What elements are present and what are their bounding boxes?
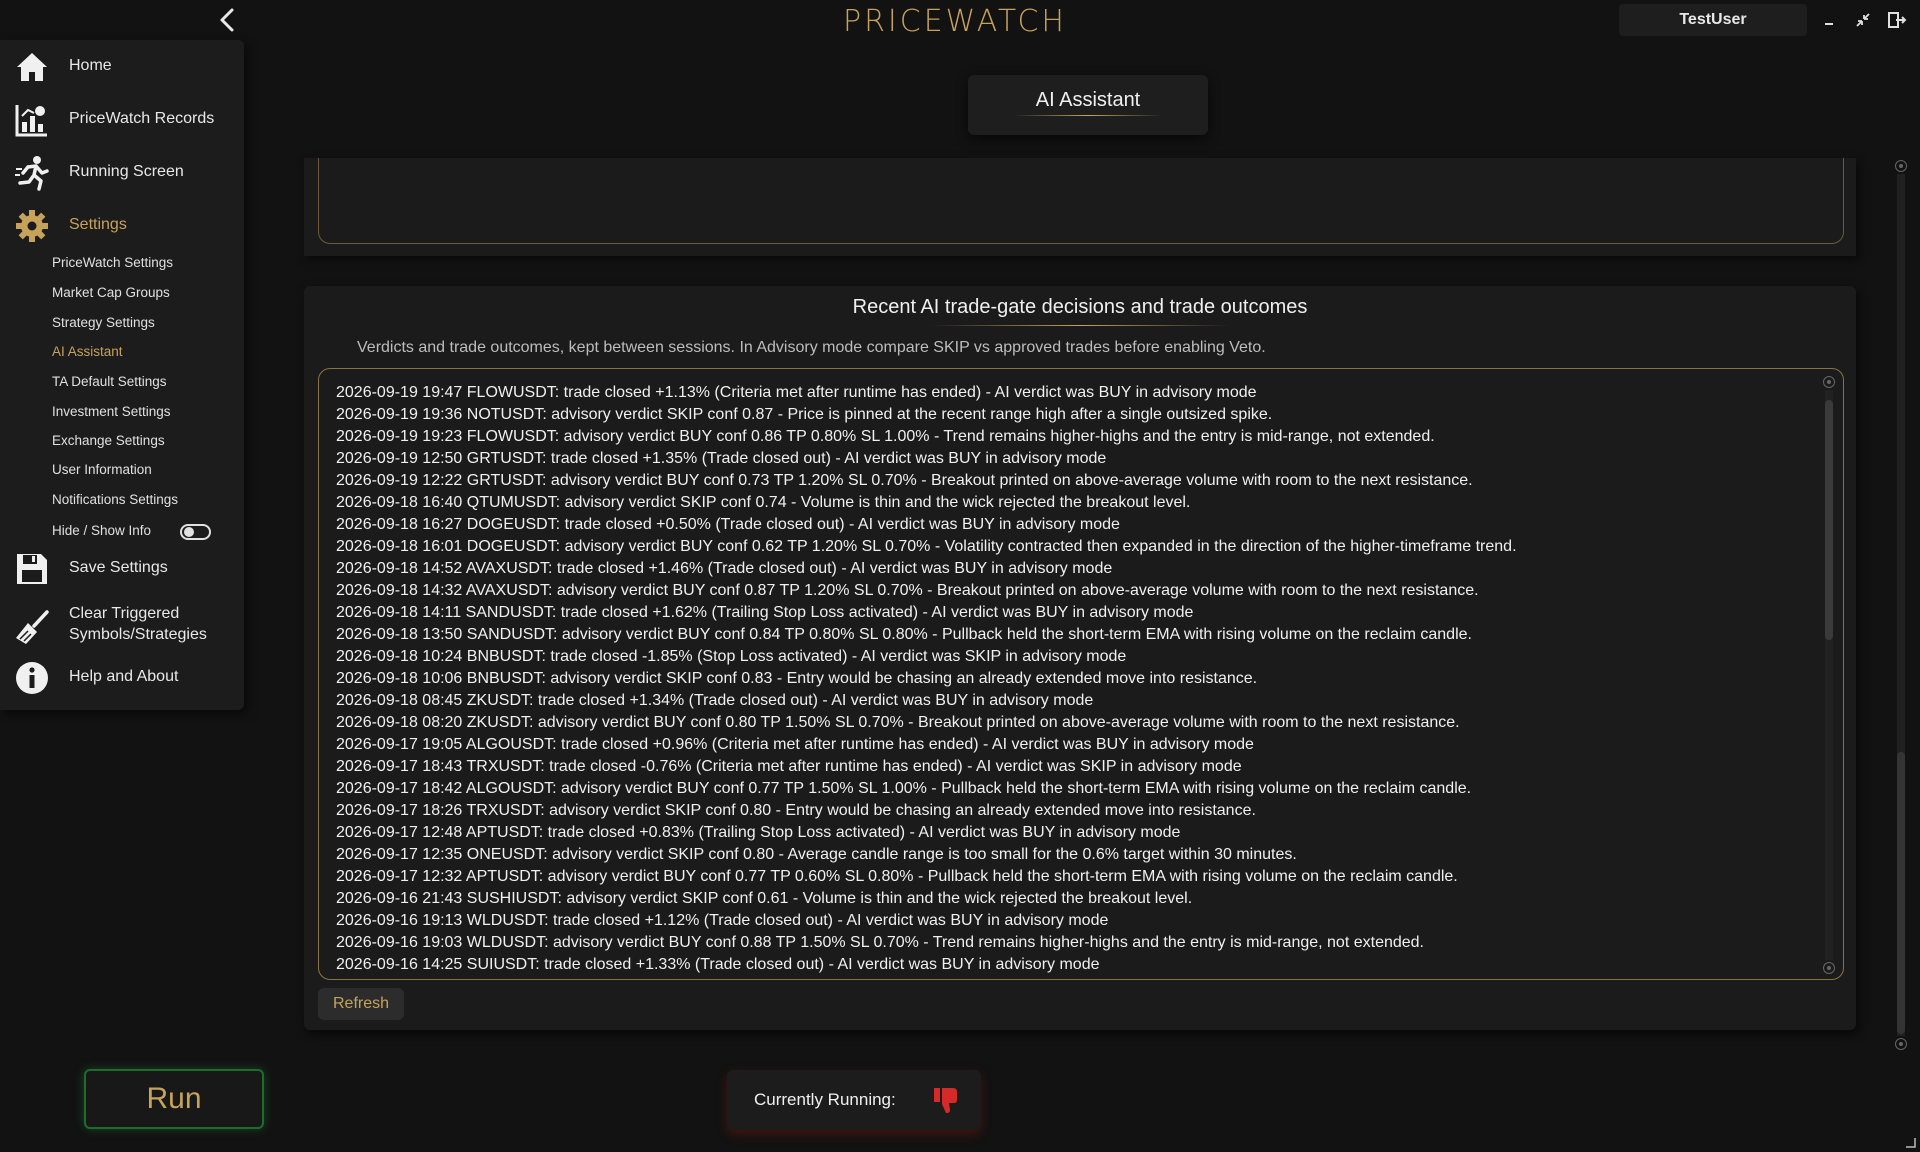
user-name-badge[interactable]: TestUser bbox=[1619, 4, 1807, 36]
sidebar-subitem-investment-settings[interactable]: Investment Settings bbox=[52, 404, 171, 419]
scroll-up-icon[interactable] bbox=[1823, 376, 1835, 388]
log-line: 2026-09-18 08:45 ZKUSDT: trade closed +1… bbox=[336, 692, 1094, 709]
sidebar-item-label: Settings bbox=[69, 216, 127, 233]
minimize-icon[interactable] bbox=[1819, 9, 1841, 31]
sidebar-item-save-settings[interactable]: Save Settings bbox=[0, 547, 244, 591]
log-line: 2026-09-18 14:11 SANDUSDT: trade closed … bbox=[336, 604, 1194, 621]
log-line: 2026-09-19 19:47 FLOWUSDT: trade closed … bbox=[336, 384, 1257, 401]
hide-show-info-label: Hide / Show Info bbox=[52, 523, 152, 538]
log-line: 2026-09-16 21:43 SUSHIUSDT: advisory ver… bbox=[336, 890, 1193, 907]
sidebar-subitem-ai-assistant[interactable]: AI Assistant bbox=[52, 344, 123, 359]
log-line: 2026-09-17 19:05 ALGOUSDT: trade closed … bbox=[336, 736, 1254, 753]
page-scrollbar[interactable] bbox=[1894, 158, 1908, 1052]
log-scrollbar[interactable] bbox=[1822, 376, 1836, 974]
scroll-thumb[interactable] bbox=[1825, 400, 1833, 640]
ai-settings-panel bbox=[304, 158, 1856, 256]
sidebar-item-settings[interactable]: Settings bbox=[0, 204, 244, 248]
log-subtitle: Verdicts and trade outcomes, kept betwee… bbox=[357, 339, 1266, 356]
sidebar-item-label: Home bbox=[69, 57, 112, 74]
sidebar: Home PriceWatch Records Running Screen S… bbox=[0, 40, 244, 710]
title-underline bbox=[1013, 115, 1163, 116]
decision-log-textbox[interactable]: 2026-09-19 19:47 FLOWUSDT: trade closed … bbox=[318, 368, 1844, 980]
restore-window-icon[interactable] bbox=[1852, 9, 1874, 31]
hide-show-info-toggle[interactable] bbox=[180, 524, 211, 540]
refresh-button[interactable]: Refresh bbox=[318, 988, 404, 1020]
sidebar-item-label: Help and About bbox=[69, 668, 179, 685]
log-line: 2026-09-16 14:25 SUIUSDT: trade closed +… bbox=[336, 956, 1100, 973]
log-line: 2026-09-17 18:42 ALGOUSDT: advisory verd… bbox=[336, 780, 1472, 797]
log-line: 2026-09-18 16:01 DOGEUSDT: advisory verd… bbox=[336, 538, 1517, 555]
currently-running-status: Currently Running: bbox=[727, 1070, 981, 1130]
sidebar-item-pricewatch-records[interactable]: PriceWatch Records bbox=[0, 98, 244, 142]
log-line: 2026-09-17 12:32 APTUSDT: advisory verdi… bbox=[336, 868, 1458, 885]
sidebar-subitem-market-cap-groups[interactable]: Market Cap Groups bbox=[52, 285, 170, 300]
ai-settings-box bbox=[318, 158, 1844, 244]
clear-label-line2: Symbols/Strategies bbox=[69, 626, 207, 643]
log-line: 2026-09-16 19:03 WLDUSDT: advisory verdi… bbox=[336, 934, 1424, 951]
broom-icon bbox=[16, 610, 49, 644]
gear-icon bbox=[16, 210, 48, 242]
running-person-icon bbox=[15, 156, 49, 191]
log-line: 2026-09-17 12:48 APTUSDT: trade closed +… bbox=[336, 824, 1181, 841]
sidebar-subitem-ta-default-settings[interactable]: TA Default Settings bbox=[52, 374, 167, 389]
page-scroll-thumb[interactable] bbox=[1897, 752, 1905, 1034]
sidebar-item-label: PriceWatch Records bbox=[69, 110, 215, 127]
currently-running-label: Currently Running: bbox=[754, 1090, 896, 1109]
sidebar-item-help-about[interactable]: Help and About bbox=[0, 656, 244, 700]
sidebar-item-running-screen[interactable]: Running Screen bbox=[0, 151, 244, 195]
exit-door-icon[interactable] bbox=[1886, 9, 1908, 31]
log-line: 2026-09-18 08:20 ZKUSDT: advisory verdic… bbox=[336, 714, 1460, 731]
log-line: 2026-09-18 16:40 QTUMUSDT: advisory verd… bbox=[336, 494, 1191, 511]
sidebar-subitem-notifications-settings[interactable]: Notifications Settings bbox=[52, 492, 178, 507]
log-title: Recent AI trade-gate decisions and trade… bbox=[852, 296, 1308, 318]
log-title-underline bbox=[930, 325, 1230, 326]
log-line: 2026-09-19 19:36 NOTUSDT: advisory verdi… bbox=[336, 406, 1273, 423]
sidebar-item-label: Running Screen bbox=[69, 163, 184, 180]
sidebar-item-label: Save Settings bbox=[69, 559, 168, 576]
resize-grip-icon[interactable] bbox=[1904, 1136, 1916, 1148]
sidebar-subitem-strategy-settings[interactable]: Strategy Settings bbox=[52, 315, 155, 330]
log-line: 2026-09-17 18:26 TRXUSDT: advisory verdi… bbox=[336, 802, 1256, 819]
decision-log-panel: Recent AI trade-gate decisions and trade… bbox=[304, 286, 1856, 1030]
home-icon bbox=[17, 53, 47, 81]
clear-label-line1: Clear Triggered bbox=[69, 605, 180, 622]
thumbs-down-icon bbox=[934, 1088, 957, 1113]
clear-triggered-label: Clear Triggered Symbols/Strategies bbox=[69, 603, 207, 645]
log-line: 2026-09-18 10:06 BNBUSDT: advisory verdi… bbox=[336, 670, 1258, 687]
run-button[interactable]: Run bbox=[84, 1069, 264, 1129]
page-title-card: AI Assistant bbox=[968, 75, 1208, 135]
log-line: 2026-09-17 12:35 ONEUSDT: advisory verdi… bbox=[336, 846, 1297, 863]
log-line: 2026-09-18 16:27 DOGEUSDT: trade closed … bbox=[336, 516, 1120, 533]
log-line: 2026-09-18 14:32 AVAXUSDT: advisory verd… bbox=[336, 582, 1479, 599]
log-line: 2026-09-18 10:24 BNBUSDT: trade closed -… bbox=[336, 648, 1127, 665]
log-line: 2026-09-19 12:22 GRTUSDT: advisory verdi… bbox=[336, 472, 1473, 489]
log-line: 2026-09-19 12:50 GRTUSDT: trade closed +… bbox=[336, 450, 1107, 467]
log-line: 2026-09-18 13:50 SANDUSDT: advisory verd… bbox=[336, 626, 1472, 643]
records-chart-icon bbox=[15, 105, 47, 137]
scroll-down-icon[interactable] bbox=[1823, 962, 1835, 974]
title-bar: PRICEWATCH TestUser bbox=[0, 0, 1920, 40]
log-line: 2026-09-18 14:52 AVAXUSDT: trade closed … bbox=[336, 560, 1113, 577]
floppy-disk-icon bbox=[17, 554, 47, 584]
log-lines: 2026-09-19 19:47 FLOWUSDT: trade closed … bbox=[336, 382, 1816, 976]
sidebar-subitem-user-information[interactable]: User Information bbox=[52, 462, 152, 477]
sidebar-subitem-exchange-settings[interactable]: Exchange Settings bbox=[52, 433, 165, 448]
sidebar-item-home[interactable]: Home bbox=[0, 45, 244, 89]
log-line: 2026-09-16 19:13 WLDUSDT: trade closed +… bbox=[336, 912, 1109, 929]
sidebar-subitem-pricewatch-settings[interactable]: PriceWatch Settings bbox=[52, 255, 173, 270]
info-icon bbox=[16, 662, 48, 694]
page-scroll-down-icon[interactable] bbox=[1895, 1038, 1907, 1050]
toggle-knob bbox=[184, 527, 194, 537]
page-title: AI Assistant bbox=[1035, 89, 1141, 111]
log-line: 2026-09-19 19:23 FLOWUSDT: advisory verd… bbox=[336, 428, 1435, 445]
log-line: 2026-09-17 18:43 TRXUSDT: trade closed -… bbox=[336, 758, 1242, 775]
page-scroll-up-icon[interactable] bbox=[1895, 160, 1907, 172]
